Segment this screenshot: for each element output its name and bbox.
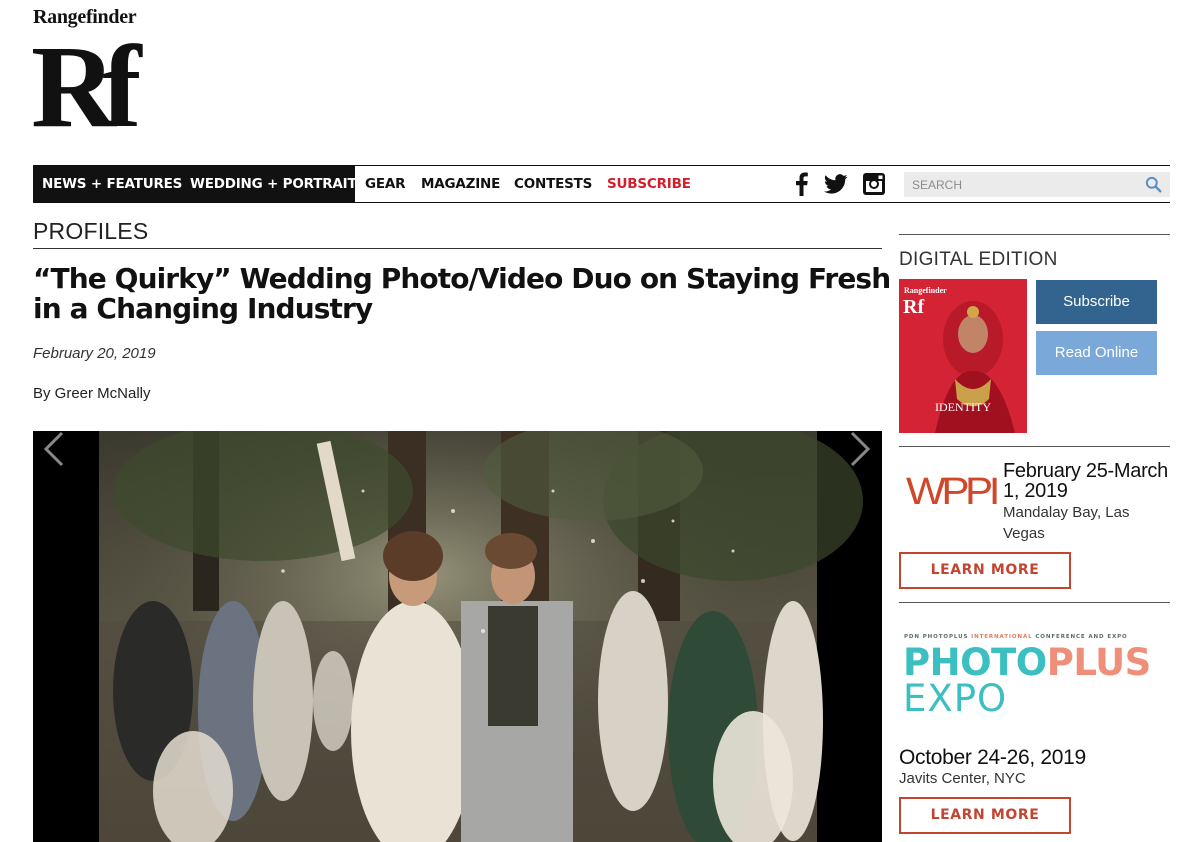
photoplus-tagline-left: PDN PHOTOPLUS <box>904 634 969 640</box>
photoplus-learn-more-button[interactable]: LEARN MORE <box>899 797 1071 834</box>
facebook-icon[interactable] <box>790 172 814 196</box>
site-logo[interactable]: Rangefinder Rf <box>33 6 193 158</box>
search-input[interactable] <box>904 172 1134 197</box>
slider-next-icon[interactable] <box>848 431 872 467</box>
magazine-cover[interactable]: Rangefinder Rf IDENTITY <box>899 279 1027 433</box>
twitter-icon[interactable] <box>823 172 849 196</box>
nav-wedding-portrait[interactable]: WEDDING + PORTRAIT <box>190 166 357 202</box>
photoplus-logo[interactable]: PHOTOPLUS <box>903 644 1151 681</box>
nav-magazine[interactable]: MAGAZINE <box>421 166 500 202</box>
article-date: February 20, 2019 <box>33 345 156 362</box>
nav-subscribe[interactable]: SUBSCRIBE <box>607 166 691 202</box>
nav-contests[interactable]: CONTESTS <box>514 166 592 202</box>
cover-monogram: Rf <box>903 296 924 318</box>
wppi-learn-more-button[interactable]: LEARN MORE <box>899 552 1071 589</box>
wppi-logo-text: WPPI <box>906 471 998 510</box>
hero-photo <box>33 431 882 842</box>
article-title: “The Quirky” Wedding Photo/Video Duo on … <box>33 262 891 325</box>
article-byline: By Greer McNally <box>33 385 151 402</box>
cover-wordmark: Rangefinder <box>904 286 947 295</box>
photoplus-tagline-right: CONFERENCE AND EXPO <box>1035 634 1128 640</box>
sidebar-divider <box>899 234 1170 235</box>
cover-title: IDENTITY <box>935 400 991 414</box>
nav-news-features[interactable]: NEWS + FEATURES <box>42 166 182 202</box>
logo-monogram-icon: Rf <box>33 24 157 152</box>
photoplus-venue: Javits Center, NYC <box>899 770 1026 787</box>
logo-monogram-text: Rf <box>33 24 143 152</box>
search-icon[interactable] <box>1145 176 1162 193</box>
search-box[interactable] <box>904 172 1170 197</box>
sidebar-divider <box>899 602 1170 603</box>
nav-gear[interactable]: GEAR <box>365 166 406 202</box>
sidebar-divider <box>899 446 1170 447</box>
main-nav: NEWS + FEATURES WEDDING + PORTRAIT GEAR … <box>33 165 1170 203</box>
instagram-icon[interactable] <box>862 172 886 196</box>
wppi-dates: February 25-March 1, 2019 <box>1003 460 1168 502</box>
read-online-button[interactable]: Read Online <box>1036 331 1157 375</box>
photoplus-dates: October 24-26, 2019 <box>899 746 1086 769</box>
digital-edition-title: DIGITAL EDITION <box>899 249 1058 270</box>
magazine-cover-image: Rangefinder Rf IDENTITY <box>899 279 1027 433</box>
photoplus-tagline-mid: INTERNATIONAL <box>971 634 1033 640</box>
section-label: PROFILES <box>33 218 882 249</box>
photoplus-logo-plus: PLUS <box>1046 641 1152 684</box>
photoplus-tagline: PDN PHOTOPLUS INTERNATIONAL CONFERENCE A… <box>904 634 1128 640</box>
photoplus-logo-expo: EXPO <box>903 677 1008 720</box>
hero-photo-slider[interactable] <box>33 431 882 842</box>
wppi-venue: Mandalay Bay, Las Vegas <box>1003 504 1130 542</box>
wppi-logo[interactable]: WPPI <box>906 468 998 510</box>
slider-prev-icon[interactable] <box>42 431 66 467</box>
subscribe-button[interactable]: Subscribe <box>1036 280 1157 324</box>
